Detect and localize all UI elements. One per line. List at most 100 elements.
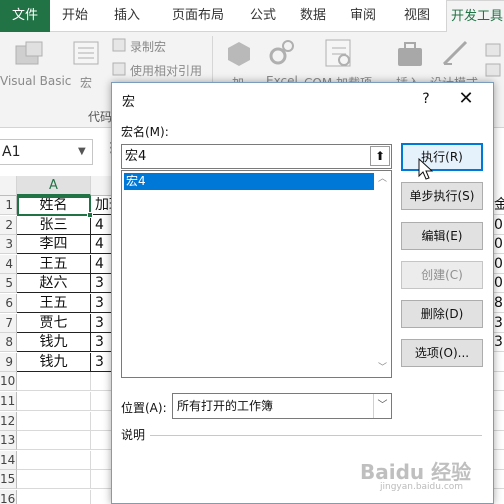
row-header[interactable]: 9 xyxy=(0,353,17,372)
table-cell[interactable] xyxy=(17,372,91,391)
row-header[interactable]: 3 xyxy=(0,235,17,254)
table-cell[interactable]: 赵六 xyxy=(17,274,91,293)
table-cell[interactable] xyxy=(17,490,91,504)
table-cell[interactable]: 钱九 xyxy=(17,333,91,352)
properties-icon[interactable] xyxy=(484,42,504,82)
record-macro-label[interactable]: 录制宏 xyxy=(130,38,166,55)
scroll-down-icon[interactable]: ﹀ xyxy=(374,360,391,377)
table-cell[interactable] xyxy=(494,372,504,391)
tab-file[interactable]: 文件 xyxy=(0,0,50,32)
table-cell[interactable] xyxy=(17,412,91,431)
visual-basic-icon[interactable] xyxy=(14,40,46,68)
column-header-a[interactable]: A xyxy=(17,176,91,196)
addins-icon[interactable] xyxy=(226,40,252,68)
table-cell[interactable]: 张三 xyxy=(17,216,91,235)
excel-addins-icon[interactable] xyxy=(268,38,296,68)
table-cell[interactable]: 王五 xyxy=(17,294,91,313)
row-header[interactable]: 6 xyxy=(0,294,17,313)
row-header[interactable]: 5 xyxy=(0,274,17,293)
macro-list-item[interactable]: 宏4 xyxy=(124,173,375,190)
tab-data[interactable]: 数据 xyxy=(290,0,336,32)
close-icon[interactable]: ✕ xyxy=(454,87,478,111)
chevron-down-icon[interactable]: ▼ xyxy=(78,142,92,162)
table-cell[interactable]: 0 xyxy=(494,255,504,274)
table-cell[interactable]: 3 xyxy=(494,333,504,352)
row-header[interactable]: 15 xyxy=(0,470,17,489)
tab-home[interactable]: 开始 xyxy=(52,0,98,32)
description-divider xyxy=(150,435,482,436)
options-button[interactable]: 选项(O)... xyxy=(401,339,483,367)
table-cell[interactable]: 0 xyxy=(494,235,504,254)
table-cell[interactable]: 金 xyxy=(494,196,504,215)
row-header[interactable]: 13 xyxy=(0,431,17,450)
relative-reference-label[interactable]: 使用相对引用 xyxy=(130,62,202,79)
row-header[interactable]: 16 xyxy=(0,490,17,504)
row-header[interactable]: 7 xyxy=(0,314,17,333)
insert-controls-icon[interactable] xyxy=(396,40,424,68)
row-header[interactable]: 8 xyxy=(0,333,17,352)
tab-developer[interactable]: 开发工具 xyxy=(446,0,504,33)
table-cell[interactable] xyxy=(494,451,504,470)
listbox-scrollbar[interactable]: ︿ ﹀ xyxy=(374,171,391,377)
table-cell[interactable]: 0 xyxy=(494,216,504,235)
collapse-dialog-icon[interactable]: ⬆ xyxy=(370,146,390,166)
table-cell[interactable] xyxy=(494,490,504,504)
scroll-up-icon[interactable]: ︿ xyxy=(374,171,391,188)
create-button[interactable]: 创建(C) xyxy=(401,261,483,289)
dialog-title: 宏 xyxy=(122,95,136,110)
com-addins-icon[interactable] xyxy=(324,38,354,68)
table-cell[interactable]: 8 xyxy=(494,294,504,313)
table-cell[interactable] xyxy=(17,470,91,489)
watermark-url: jingyan.baidu.com xyxy=(380,482,464,492)
macro-listbox[interactable]: 宏4 ︿ ﹀ xyxy=(121,170,392,378)
table-cell[interactable]: 3 xyxy=(494,314,504,333)
design-mode-icon[interactable] xyxy=(440,38,470,68)
macros-icon[interactable] xyxy=(72,40,100,68)
tab-page-layout[interactable]: 页面布局 xyxy=(160,0,236,32)
macros-in-label: 位置(A): xyxy=(121,401,167,415)
table-cell[interactable]: 0 xyxy=(494,274,504,293)
table-cell[interactable] xyxy=(17,392,91,411)
description-label: 说明 xyxy=(121,428,146,442)
select-all-corner[interactable] xyxy=(0,176,17,196)
row-header[interactable]: 11 xyxy=(0,392,17,411)
record-macro-icon[interactable] xyxy=(112,38,126,52)
table-cell[interactable] xyxy=(17,431,91,450)
macro-name-input[interactable]: 宏4 xyxy=(121,144,392,169)
macros-label[interactable]: 宏 xyxy=(80,74,92,91)
visual-basic-label[interactable]: Visual Basic xyxy=(0,74,71,88)
table-cell[interactable] xyxy=(494,353,504,372)
group-code-label: 代码 xyxy=(88,110,113,124)
table-cell[interactable] xyxy=(494,470,504,489)
table-cell[interactable] xyxy=(17,451,91,470)
row-header[interactable]: 12 xyxy=(0,412,17,431)
tab-view[interactable]: 视图 xyxy=(394,0,440,32)
table-cell[interactable] xyxy=(494,412,504,431)
tab-formulas[interactable]: 公式 xyxy=(240,0,286,32)
chevron-down-icon[interactable]: ﹀ xyxy=(373,394,391,418)
tab-insert[interactable]: 插入 xyxy=(104,0,150,32)
macro-dialog: 宏 ? ✕ 宏名(M): 宏4 ⬆ 宏4 ︿ ﹀ 执行(R) 单步执行(S) 编… xyxy=(111,82,494,504)
row-header[interactable]: 4 xyxy=(0,255,17,274)
macros-in-select[interactable]: 所有打开的工作簿 ﹀ xyxy=(172,393,392,419)
run-button[interactable]: 执行(R) xyxy=(401,143,483,171)
tab-review[interactable]: 审阅 xyxy=(340,0,386,32)
mouse-cursor-icon xyxy=(418,158,434,180)
edit-button[interactable]: 编辑(E) xyxy=(401,222,483,250)
watermark-logo: Baidu 经验 xyxy=(360,460,472,484)
fill-handle[interactable] xyxy=(87,212,93,218)
delete-button[interactable]: 删除(D) xyxy=(401,300,483,328)
row-header[interactable]: 14 xyxy=(0,451,17,470)
table-cell[interactable]: 王五 xyxy=(17,255,91,274)
table-cell[interactable] xyxy=(494,392,504,411)
help-icon[interactable]: ? xyxy=(416,87,436,111)
table-cell[interactable]: 贾七 xyxy=(17,314,91,333)
relative-reference-icon[interactable] xyxy=(112,62,126,76)
table-cell[interactable]: 李四 xyxy=(17,235,91,254)
step-into-button[interactable]: 单步执行(S) xyxy=(401,182,483,210)
table-cell[interactable] xyxy=(494,431,504,450)
table-cell[interactable]: 钱九 xyxy=(17,353,91,372)
row-header[interactable]: 10 xyxy=(0,372,17,391)
row-header[interactable]: 1 xyxy=(0,196,17,215)
row-header[interactable]: 2 xyxy=(0,216,17,235)
